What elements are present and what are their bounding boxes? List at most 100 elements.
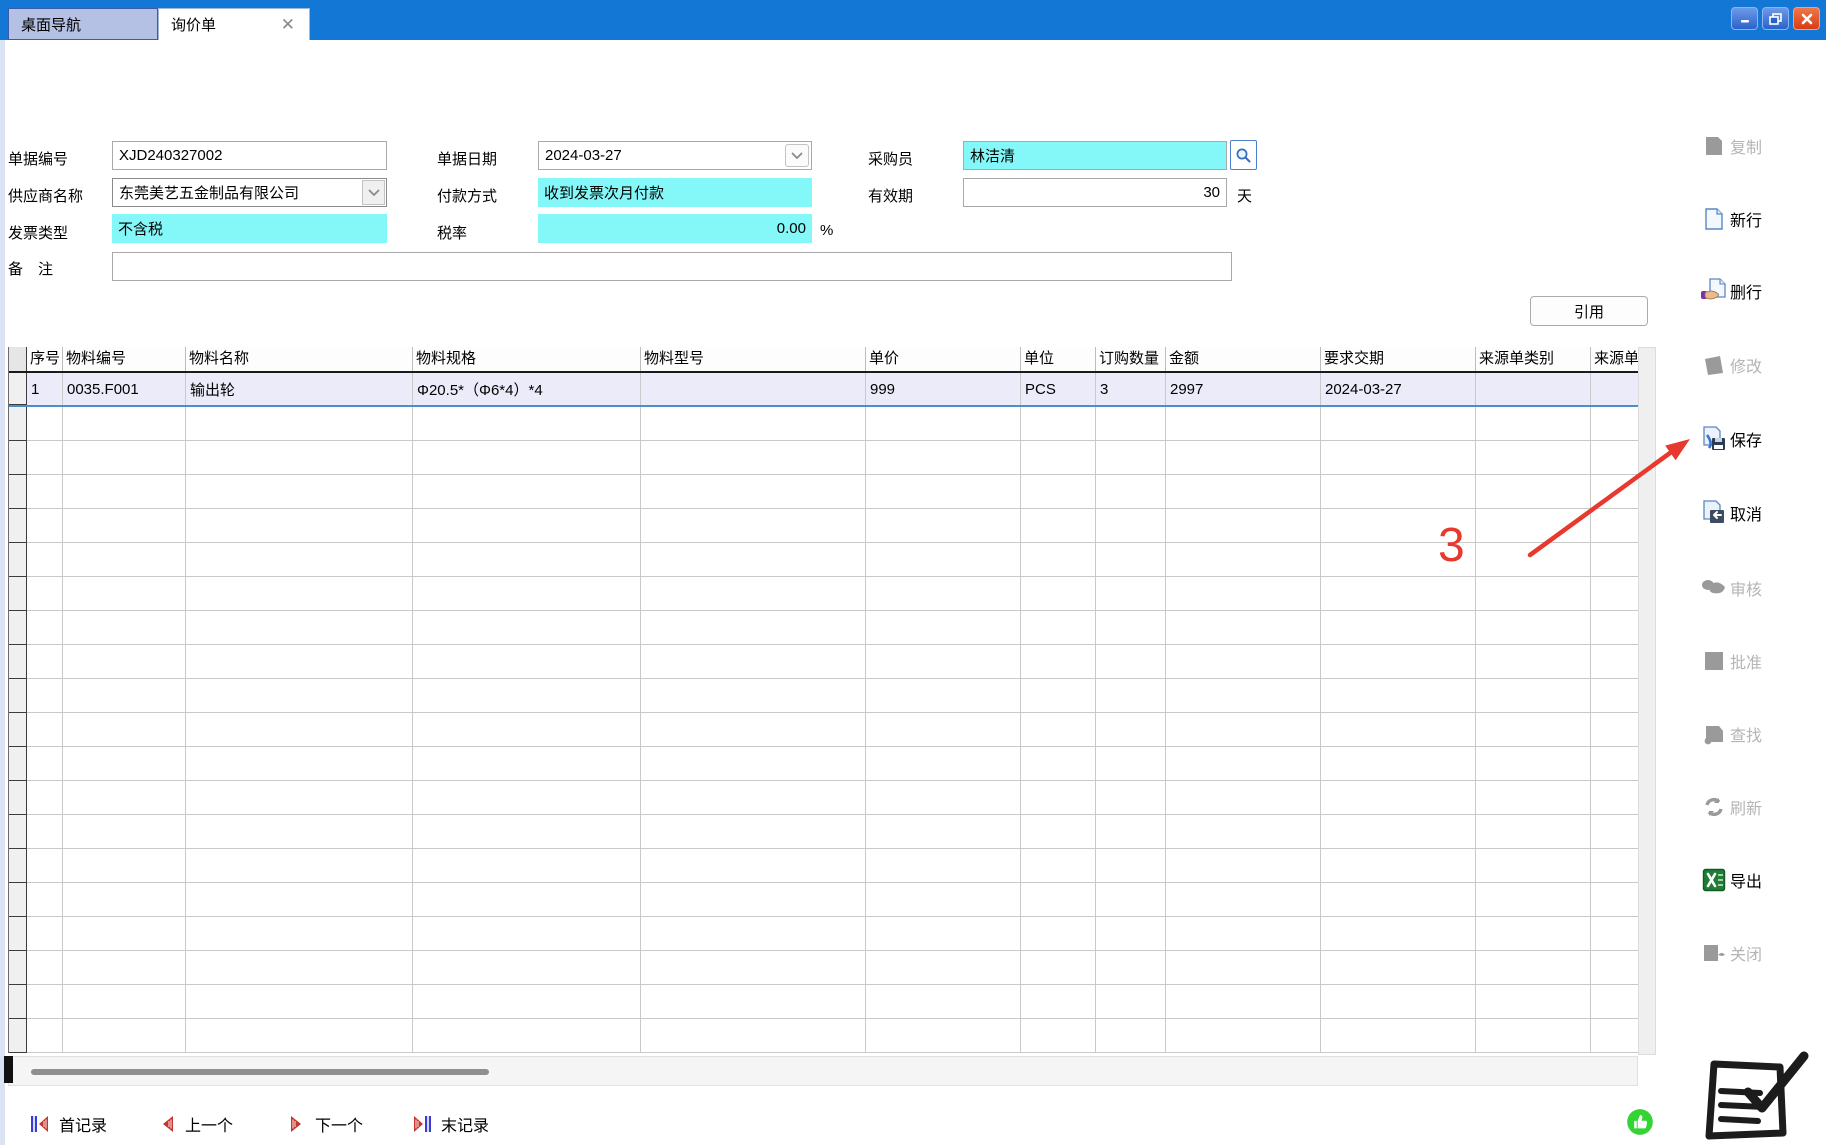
table-cell[interactable] — [63, 441, 186, 475]
table-cell[interactable] — [186, 611, 413, 645]
table-cell[interactable] — [1476, 917, 1591, 951]
table-cell[interactable] — [866, 679, 1021, 713]
table-cell[interactable] — [413, 951, 641, 985]
row-header-cell[interactable] — [9, 577, 27, 611]
table-cell[interactable] — [186, 781, 413, 815]
table-cell[interactable] — [186, 883, 413, 917]
doc-no-field[interactable]: XJD240327002 — [112, 141, 387, 170]
table-cell[interactable] — [1166, 815, 1321, 849]
table-cell[interactable]: 999 — [866, 373, 1021, 405]
table-cell[interactable] — [866, 951, 1021, 985]
table-cell[interactable] — [1021, 679, 1096, 713]
table-cell[interactable] — [641, 781, 866, 815]
table-cell[interactable] — [1321, 645, 1476, 679]
buyer-field[interactable]: 林洁清 — [963, 141, 1227, 170]
new-row-button[interactable]: 新行 — [1700, 204, 1812, 234]
table-cell[interactable] — [1166, 849, 1321, 883]
row-header-cell[interactable] — [9, 543, 27, 577]
table-cell[interactable] — [1476, 577, 1591, 611]
scrollbar-thumb[interactable] — [31, 1069, 489, 1075]
table-cell[interactable] — [1321, 815, 1476, 849]
supplier-combo[interactable]: 东莞美艺五金制品有限公司 — [112, 178, 387, 207]
table-cell[interactable] — [1021, 509, 1096, 543]
table-cell[interactable] — [1021, 713, 1096, 747]
table-cell[interactable] — [641, 815, 866, 849]
table-cell[interactable] — [1321, 985, 1476, 1019]
table-cell[interactable] — [27, 509, 63, 543]
table-cell[interactable] — [1476, 747, 1591, 781]
table-cell[interactable] — [413, 407, 641, 441]
table-cell[interactable] — [63, 1019, 186, 1053]
tab-desktop-nav[interactable]: 桌面导航 — [8, 8, 158, 40]
previous-record-button[interactable]: 上一个 — [158, 1112, 233, 1136]
table-cell[interactable] — [1021, 1019, 1096, 1053]
table-cell[interactable] — [1591, 373, 1639, 405]
find-button[interactable]: 查找 — [1700, 719, 1812, 749]
table-cell[interactable] — [63, 509, 186, 543]
table-row[interactable] — [9, 985, 1638, 1019]
table-cell[interactable] — [63, 645, 186, 679]
table-cell[interactable] — [27, 679, 63, 713]
table-cell[interactable] — [186, 917, 413, 951]
next-record-button[interactable]: 下一个 — [288, 1112, 363, 1136]
row-header-cell[interactable] — [9, 679, 27, 713]
table-cell[interactable] — [27, 917, 63, 951]
row-header-cell[interactable] — [9, 441, 27, 475]
table-cell[interactable] — [186, 441, 413, 475]
table-cell[interactable] — [641, 509, 866, 543]
table-cell[interactable] — [1021, 407, 1096, 441]
table-cell[interactable] — [866, 645, 1021, 679]
table-cell[interactable] — [1591, 951, 1639, 985]
table-cell[interactable] — [1021, 849, 1096, 883]
table-cell[interactable] — [1166, 679, 1321, 713]
row-header-cell[interactable] — [9, 475, 27, 509]
table-row[interactable] — [9, 1019, 1638, 1053]
table-cell[interactable] — [1321, 611, 1476, 645]
table-cell[interactable] — [413, 509, 641, 543]
table-cell[interactable] — [1166, 917, 1321, 951]
table-cell[interactable] — [1321, 883, 1476, 917]
table-cell[interactable] — [413, 1019, 641, 1053]
table-cell[interactable] — [413, 441, 641, 475]
table-cell[interactable] — [1096, 849, 1166, 883]
table-cell[interactable] — [27, 781, 63, 815]
table-cell[interactable] — [1476, 985, 1591, 1019]
table-cell[interactable] — [27, 577, 63, 611]
table-cell[interactable] — [1166, 543, 1321, 577]
table-cell[interactable] — [1021, 645, 1096, 679]
table-cell[interactable] — [1476, 849, 1591, 883]
table-cell[interactable] — [1166, 509, 1321, 543]
table-cell[interactable] — [1096, 611, 1166, 645]
table-cell[interactable] — [413, 679, 641, 713]
table-cell[interactable] — [1166, 713, 1321, 747]
table-cell[interactable] — [413, 475, 641, 509]
table-cell[interactable] — [1096, 1019, 1166, 1053]
save-button[interactable]: 保存 — [1700, 424, 1812, 454]
table-cell[interactable] — [186, 1019, 413, 1053]
table-row[interactable] — [9, 747, 1638, 781]
table-cell[interactable] — [1166, 645, 1321, 679]
table-cell[interactable] — [866, 815, 1021, 849]
delete-row-button[interactable]: 删行 — [1700, 276, 1812, 306]
table-cell[interactable] — [641, 611, 866, 645]
table-cell[interactable] — [1321, 577, 1476, 611]
table-cell[interactable] — [1096, 475, 1166, 509]
row-header-cell[interactable] — [9, 849, 27, 883]
row-header-cell[interactable] — [9, 509, 27, 543]
table-cell[interactable] — [413, 781, 641, 815]
table-cell[interactable] — [63, 883, 186, 917]
table-row[interactable] — [9, 849, 1638, 883]
table-cell[interactable] — [1476, 815, 1591, 849]
payment-field[interactable]: 收到发票次月付款 — [538, 178, 812, 207]
table-row[interactable] — [9, 781, 1638, 815]
table-cell[interactable] — [27, 407, 63, 441]
table-cell[interactable] — [27, 747, 63, 781]
table-row[interactable] — [9, 951, 1638, 985]
table-cell[interactable] — [186, 815, 413, 849]
table-cell[interactable] — [1591, 1019, 1639, 1053]
table-row[interactable] — [9, 543, 1638, 577]
table-row[interactable] — [9, 611, 1638, 645]
table-cell[interactable] — [413, 543, 641, 577]
table-cell[interactable] — [63, 407, 186, 441]
table-cell[interactable] — [27, 645, 63, 679]
